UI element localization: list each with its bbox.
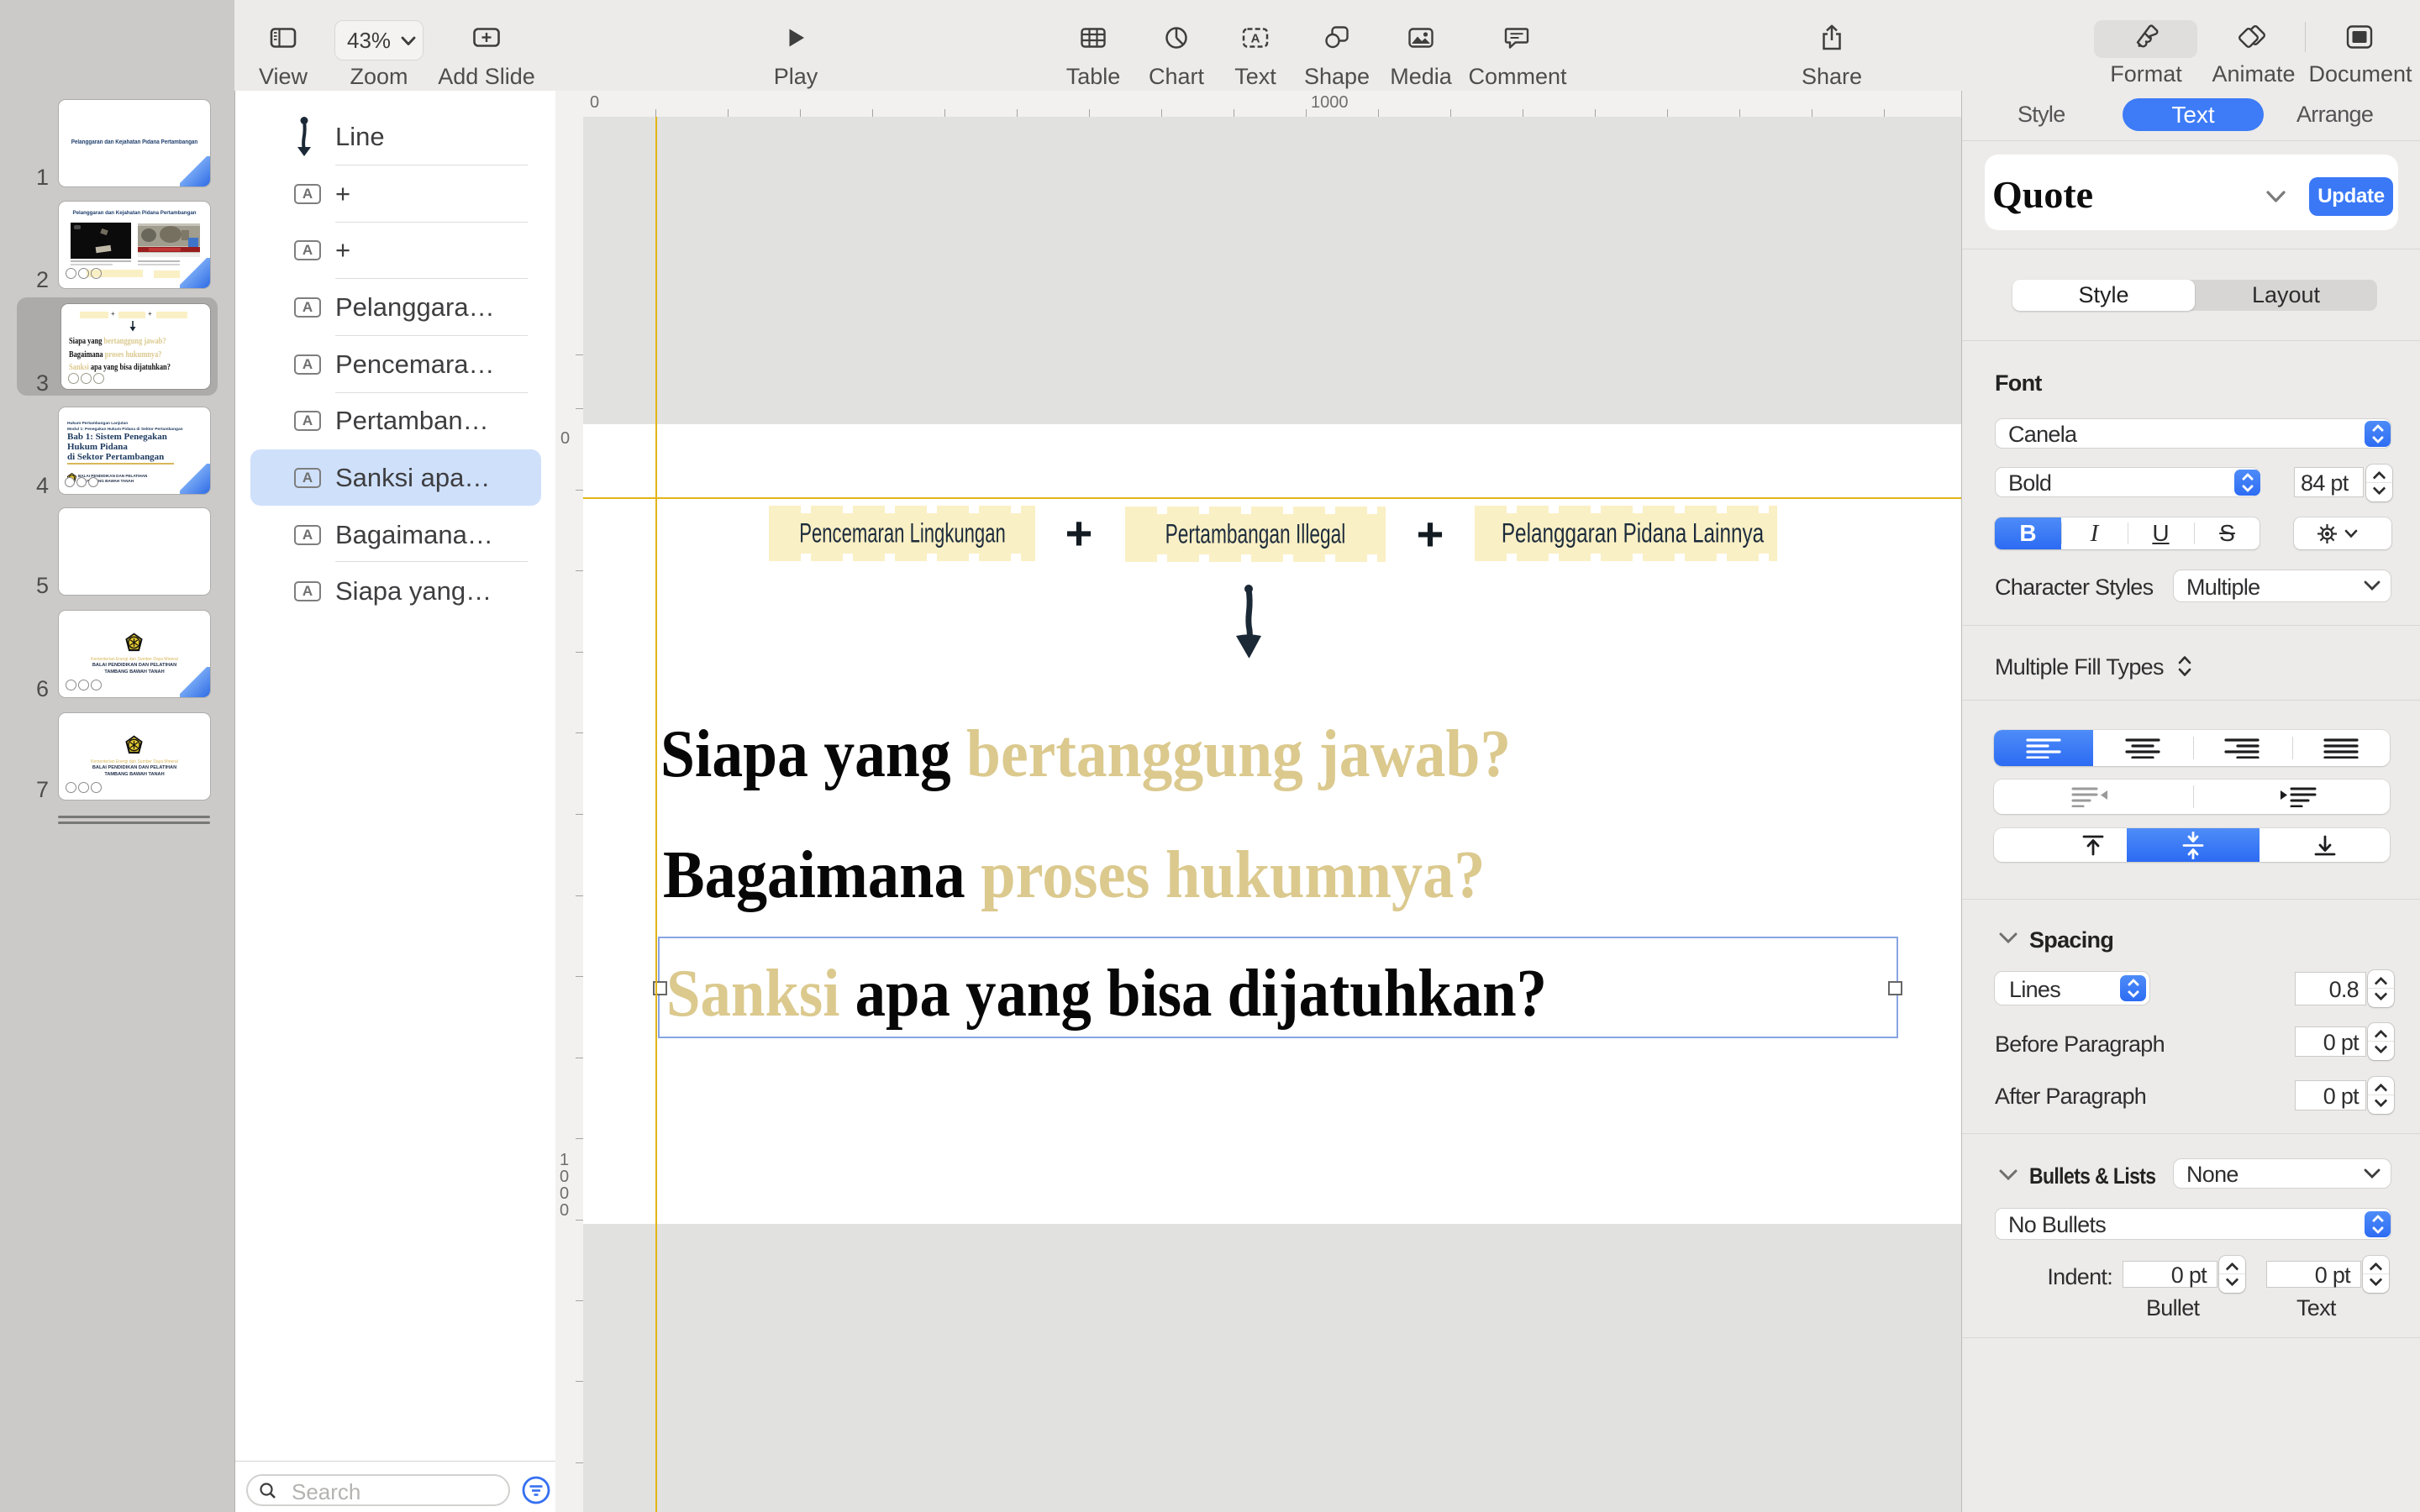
svg-text:A: A (1251, 32, 1260, 46)
